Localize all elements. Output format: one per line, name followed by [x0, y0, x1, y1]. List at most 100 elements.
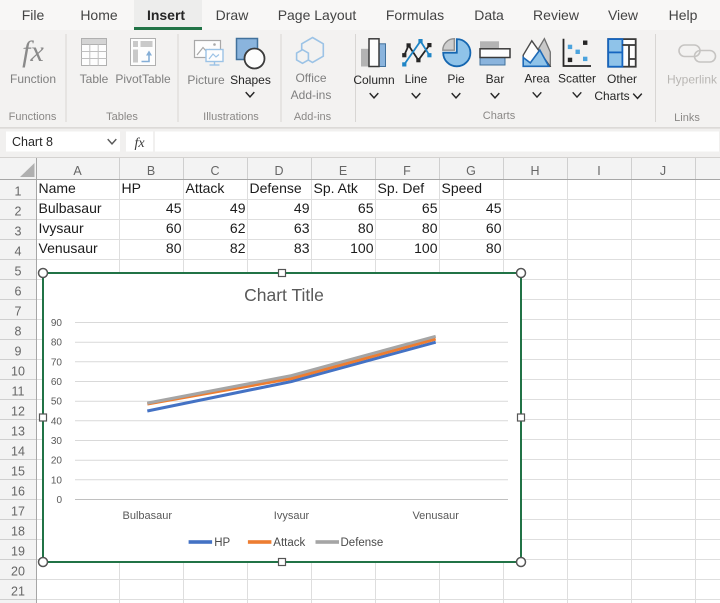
- svg-text:Defense: Defense: [250, 180, 302, 196]
- svg-text:100: 100: [350, 240, 374, 256]
- svg-text:4: 4: [15, 245, 22, 259]
- svg-text:Area: Area: [524, 72, 550, 86]
- svg-text:A: A: [73, 164, 82, 178]
- svg-text:fx: fx: [134, 136, 145, 151]
- svg-text:J: J: [660, 164, 666, 178]
- svg-text:D: D: [274, 164, 283, 178]
- svg-text:21: 21: [11, 585, 25, 599]
- svg-text:fx: fx: [22, 35, 44, 68]
- svg-text:Tables: Tables: [106, 111, 138, 123]
- svg-text:82: 82: [230, 240, 246, 256]
- svg-text:50: 50: [51, 397, 63, 408]
- svg-text:40: 40: [51, 416, 63, 427]
- svg-text:Ivysaur: Ivysaur: [274, 510, 310, 522]
- svg-text:18: 18: [11, 525, 25, 539]
- svg-text:Venusaur: Venusaur: [39, 240, 98, 256]
- svg-text:View: View: [608, 7, 639, 23]
- svg-text:0: 0: [56, 495, 62, 506]
- svg-text:15: 15: [11, 465, 25, 479]
- svg-text:Data: Data: [474, 7, 504, 23]
- svg-text:80: 80: [486, 240, 502, 256]
- svg-text:Other: Other: [607, 72, 637, 86]
- svg-text:100: 100: [414, 240, 438, 256]
- svg-text:Bulbasaur: Bulbasaur: [39, 200, 102, 216]
- svg-text:10: 10: [11, 365, 25, 379]
- svg-text:Home: Home: [80, 7, 118, 23]
- svg-text:5: 5: [15, 265, 22, 279]
- svg-text:File: File: [22, 7, 45, 23]
- svg-text:Venusaur: Venusaur: [412, 510, 459, 522]
- svg-text:E: E: [339, 164, 347, 178]
- svg-text:19: 19: [11, 545, 25, 559]
- svg-text:20: 20: [11, 565, 25, 579]
- svg-text:Attack: Attack: [273, 537, 305, 549]
- svg-text:90: 90: [51, 318, 63, 329]
- svg-text:Insert: Insert: [147, 7, 185, 23]
- svg-text:Function: Function: [10, 72, 56, 86]
- svg-text:65: 65: [422, 200, 438, 216]
- svg-text:Add-ins: Add-ins: [291, 88, 332, 102]
- svg-text:Illustrations: Illustrations: [203, 111, 259, 123]
- svg-text:45: 45: [166, 200, 182, 216]
- svg-text:16: 16: [11, 485, 25, 499]
- svg-text:63: 63: [294, 220, 310, 236]
- svg-text:Column: Column: [353, 73, 394, 87]
- svg-text:B: B: [147, 164, 155, 178]
- svg-text:83: 83: [294, 240, 310, 256]
- svg-text:2: 2: [15, 205, 22, 219]
- svg-text:Hyperlink: Hyperlink: [667, 73, 718, 87]
- svg-text:Attack: Attack: [186, 180, 226, 196]
- svg-text:Links: Links: [674, 112, 700, 124]
- svg-text:HP: HP: [214, 537, 230, 549]
- svg-text:1: 1: [15, 185, 22, 199]
- svg-text:Ivysaur: Ivysaur: [39, 220, 84, 236]
- svg-text:PivotTable: PivotTable: [115, 72, 171, 86]
- svg-text:Name: Name: [39, 180, 77, 196]
- svg-text:60: 60: [486, 220, 502, 236]
- svg-text:HP: HP: [122, 180, 141, 196]
- svg-text:12: 12: [11, 405, 25, 419]
- svg-text:Sp. Def: Sp. Def: [378, 180, 425, 196]
- svg-text:62: 62: [230, 220, 246, 236]
- svg-text:Defense: Defense: [341, 537, 384, 549]
- svg-text:Help: Help: [669, 7, 698, 23]
- svg-text:80: 80: [51, 338, 63, 349]
- svg-text:Office: Office: [295, 71, 326, 85]
- svg-text:Bar: Bar: [486, 72, 505, 86]
- svg-text:80: 80: [422, 220, 438, 236]
- svg-text:80: 80: [166, 240, 182, 256]
- svg-text:Add-ins: Add-ins: [294, 111, 332, 123]
- svg-text:65: 65: [358, 200, 374, 216]
- svg-text:Chart 8: Chart 8: [12, 135, 53, 149]
- svg-text:7: 7: [15, 305, 22, 319]
- svg-text:Chart Title: Chart Title: [244, 285, 324, 305]
- svg-text:Page Layout: Page Layout: [278, 7, 357, 23]
- svg-text:Scatter: Scatter: [558, 72, 596, 86]
- svg-text:17: 17: [11, 505, 25, 519]
- svg-text:Sp. Atk: Sp. Atk: [314, 180, 359, 196]
- svg-text:60: 60: [166, 220, 182, 236]
- svg-text:Charts: Charts: [594, 89, 629, 103]
- svg-text:45: 45: [486, 200, 502, 216]
- svg-text:Charts: Charts: [483, 110, 516, 122]
- svg-text:60: 60: [51, 377, 63, 388]
- svg-text:Table: Table: [80, 72, 109, 86]
- svg-text:I: I: [597, 164, 600, 178]
- svg-text:Picture: Picture: [187, 73, 225, 87]
- svg-text:Speed: Speed: [442, 180, 482, 196]
- svg-text:Line: Line: [405, 72, 428, 86]
- svg-text:F: F: [403, 164, 411, 178]
- svg-text:H: H: [530, 164, 539, 178]
- svg-text:Shapes: Shapes: [230, 73, 271, 87]
- svg-text:11: 11: [12, 385, 25, 399]
- svg-text:80: 80: [358, 220, 374, 236]
- svg-text:20: 20: [51, 456, 63, 467]
- svg-text:6: 6: [15, 285, 22, 299]
- svg-text:49: 49: [294, 200, 310, 216]
- svg-text:Functions: Functions: [9, 111, 57, 123]
- svg-text:G: G: [466, 164, 476, 178]
- svg-text:14: 14: [11, 445, 25, 459]
- svg-text:Bulbasaur: Bulbasaur: [123, 510, 173, 522]
- svg-text:3: 3: [15, 225, 22, 239]
- svg-text:Pie: Pie: [447, 72, 465, 86]
